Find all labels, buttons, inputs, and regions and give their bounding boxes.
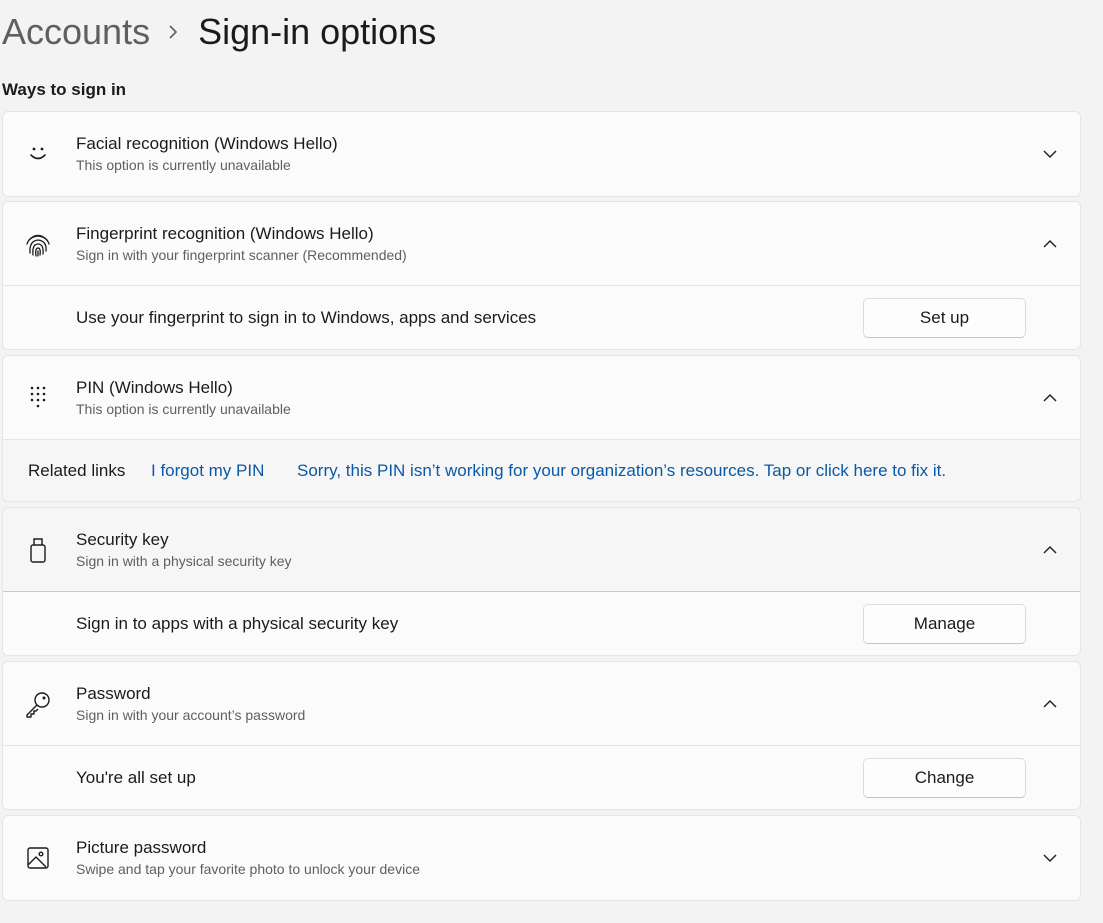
password-subtitle: Sign in with your account’s password (76, 706, 306, 723)
facial-recognition-card: Facial recognition (Windows Hello) This … (2, 111, 1081, 197)
fingerprint-setup-row: Use your fingerprint to sign in to Windo… (3, 286, 1080, 349)
security-key-manage-text: Sign in to apps with a physical security… (76, 613, 399, 633)
security-key-manage-row: Sign in to apps with a physical security… (3, 592, 1080, 655)
related-links-label: Related links (28, 460, 126, 480)
pin-card: PIN (Windows Hello) This option is curre… (2, 355, 1081, 502)
security-key-title: Security key (76, 529, 169, 549)
picture-password-header[interactable]: Picture password Swipe and tap your favo… (3, 816, 1080, 900)
section-heading: Ways to sign in (2, 80, 127, 99)
page-title: Sign-in options (198, 11, 437, 52)
pin-header[interactable]: PIN (Windows Hello) This option is curre… (3, 356, 1080, 440)
smiley-face-icon (24, 140, 52, 168)
chevron-right-icon (168, 24, 178, 40)
password-header[interactable]: Password Sign in with your account’s pas… (3, 662, 1080, 746)
keypad-icon (24, 384, 52, 412)
usb-key-icon (24, 536, 52, 564)
security-key-subtitle: Sign in with a physical security key (76, 552, 292, 569)
pin-title: PIN (Windows Hello) (76, 377, 233, 397)
password-status-text: You're all set up (76, 767, 196, 787)
picture-password-card: Picture password Swipe and tap your favo… (2, 815, 1081, 901)
fingerprint-recognition-title: Fingerprint recognition (Windows Hello) (76, 223, 374, 243)
chevron-up-icon[interactable] (1042, 696, 1058, 712)
key-icon (24, 690, 52, 718)
password-card: Password Sign in with your account’s pas… (2, 661, 1081, 810)
fingerprint-recognition-header[interactable]: Fingerprint recognition (Windows Hello) … (3, 202, 1080, 286)
chevron-down-icon[interactable] (1042, 146, 1058, 162)
security-key-header[interactable]: Security key Sign in with a physical sec… (3, 508, 1080, 592)
manage-button[interactable]: Manage (863, 603, 1026, 644)
fix-pin-link[interactable]: Sorry, this PIN isn’t working for your o… (297, 461, 946, 481)
password-title: Password (76, 683, 151, 703)
facial-recognition-header[interactable]: Facial recognition (Windows Hello) This … (3, 112, 1080, 196)
set-up-button[interactable]: Set up (863, 297, 1026, 338)
security-key-card: Security key Sign in with a physical sec… (2, 507, 1081, 656)
facial-recognition-title: Facial recognition (Windows Hello) (76, 134, 338, 153)
change-button[interactable]: Change (863, 757, 1026, 798)
fingerprint-setup-text: Use your fingerprint to sign in to Windo… (76, 307, 537, 327)
picture-password-subtitle: Swipe and tap your favorite photo to unl… (76, 861, 420, 877)
picture-password-title: Picture password (76, 838, 207, 857)
facial-recognition-subtitle: This option is currently unavailable (76, 157, 291, 173)
chevron-up-icon[interactable] (1042, 390, 1058, 406)
forgot-pin-link[interactable]: I forgot my PIN (151, 461, 264, 481)
fingerprint-recognition-card: Fingerprint recognition (Windows Hello) … (2, 201, 1081, 350)
picture-icon (24, 844, 52, 872)
breadcrumb: Accounts Sign-in options (2, 10, 436, 54)
chevron-down-icon[interactable] (1042, 850, 1058, 866)
breadcrumb-accounts-link[interactable]: Accounts (2, 10, 150, 54)
related-links-row: Related links I forgot my PIN Sorry, thi… (3, 440, 1080, 501)
fingerprint-icon (24, 230, 52, 258)
fingerprint-recognition-subtitle: Sign in with your fingerprint scanner (R… (76, 246, 407, 263)
password-change-row: You're all set up Change (3, 746, 1080, 809)
chevron-up-icon[interactable] (1042, 542, 1058, 558)
chevron-up-icon[interactable] (1042, 236, 1058, 252)
pin-subtitle: This option is currently unavailable (76, 400, 291, 417)
